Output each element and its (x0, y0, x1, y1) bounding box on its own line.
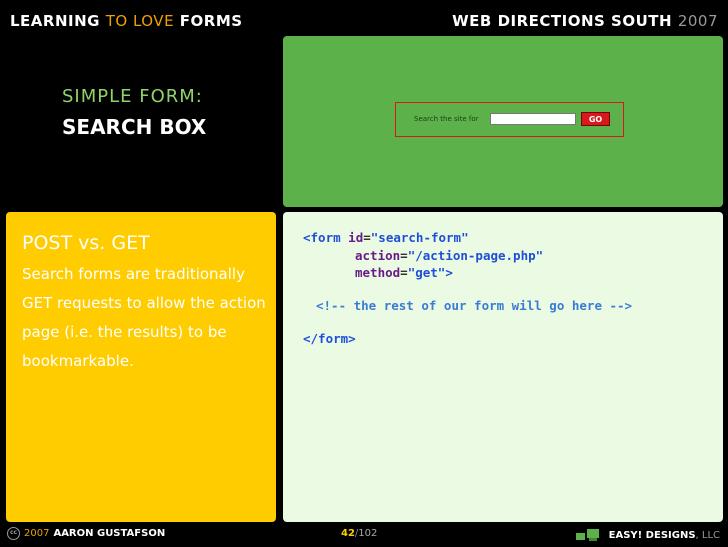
code-method-value: "get" (407, 265, 446, 280)
slide-title-line1: SIMPLE FORM: (62, 86, 203, 107)
code-line-3: method="get"> (355, 265, 453, 280)
header-event-name: WEB DIRECTIONS SOUTH (452, 12, 673, 30)
search-input[interactable] (490, 113, 576, 125)
creative-commons-icon: cc (7, 527, 20, 540)
header-word-learning: LEARNING (10, 12, 100, 30)
code-line-2: action="/action-page.php" (355, 248, 544, 263)
slide-title-line2: SEARCH BOX (62, 115, 207, 139)
code-close-tag: </form> (303, 331, 356, 346)
example-form-screenshot: Search the site for GO (283, 36, 723, 207)
easy-designs-logo-icon (575, 529, 599, 541)
footer-year: 2007 (24, 528, 50, 539)
code-method-attr: method (355, 265, 401, 280)
page-current: 42 (341, 528, 355, 539)
code-id-value: "search-form" (370, 230, 469, 245)
page-number: 42/102 (341, 528, 377, 539)
code-action-attr: action (355, 248, 401, 263)
company-name: EASY! DESIGNS (608, 529, 696, 541)
search-form-outline: Search the site for GO (395, 102, 624, 137)
search-label: Search the site for (414, 115, 479, 123)
header-left: LEARNING TO LOVE FORMS (10, 12, 243, 30)
info-panel: POST vs. GET Search forms are traditiona… (6, 212, 276, 522)
header-word-forms: FORMS (179, 12, 243, 30)
header-event-year: 2007 (677, 12, 718, 30)
header-word-to-love: TO LOVE (105, 12, 175, 30)
code-line-1: <form id="search-form" (303, 230, 469, 245)
page-total: 102 (358, 528, 378, 539)
go-button[interactable]: GO (581, 112, 610, 126)
code-action-value: "/action-page.php" (407, 248, 544, 263)
info-heading: POST vs. GET (22, 232, 150, 254)
footer-left: cc 2007 AARON GUSTAFSON (7, 527, 165, 540)
footer-right: EASY! DESIGNS, LLC (575, 527, 720, 543)
code-open-tag: <form (303, 230, 341, 245)
code-tag-close: > (445, 265, 453, 280)
header-right: WEB DIRECTIONS SOUTH 2007 (452, 12, 718, 30)
code-id-attr: id (348, 230, 364, 245)
info-body: Search forms are traditionally GET reque… (22, 265, 266, 370)
code-comment: <!-- the rest of our form will go here -… (316, 298, 633, 313)
slide-title: SIMPLE FORM: SEARCH BOX (62, 86, 206, 139)
footer-author: AARON GUSTAFSON (53, 528, 166, 539)
code-panel: <form id="search-form" action="/action-p… (283, 212, 723, 522)
company-suffix: , LLC (695, 529, 720, 541)
